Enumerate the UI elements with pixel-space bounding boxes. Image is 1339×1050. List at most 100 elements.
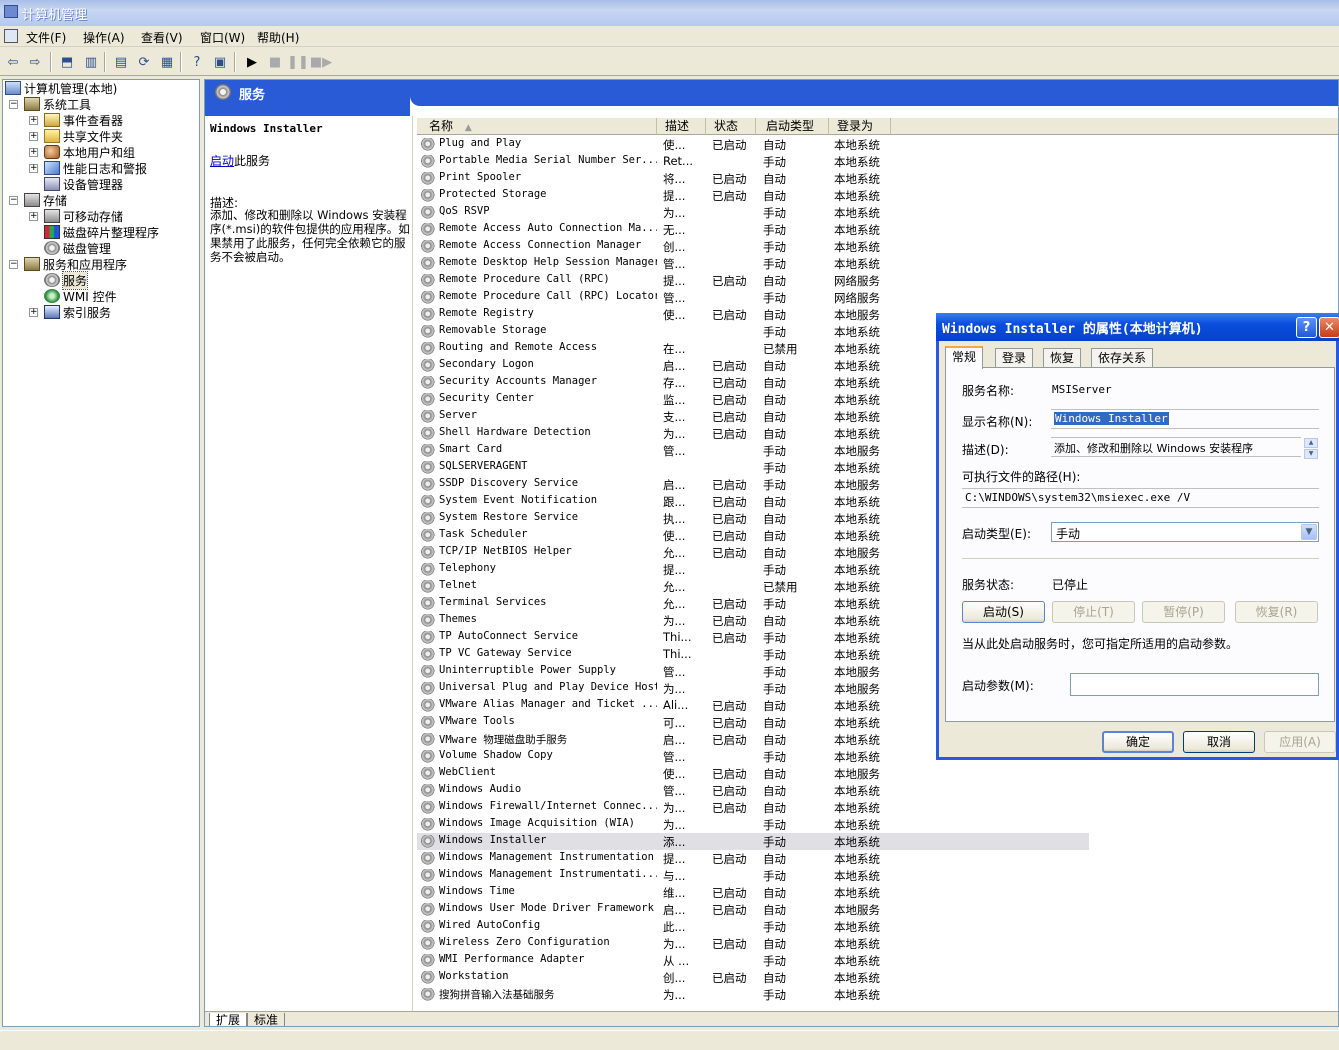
forward-icon[interactable]: ⇨ xyxy=(25,52,45,72)
table-row[interactable]: Print Spooler 将... 已启动 自动 本地系统 xyxy=(417,170,1089,187)
startup-type-select[interactable]: 手动 ▼ xyxy=(1051,522,1319,542)
column-header-status[interactable]: 状态 xyxy=(706,118,756,135)
table-row[interactable]: Wireless Zero Configuration 为... 已启动 自动 本地系统 xyxy=(417,935,1089,952)
table-row[interactable]: Plug and Play 使... 已启动 自动 本地系统 xyxy=(417,136,1089,153)
window-title-bar[interactable]: 计算机管理 xyxy=(0,0,1339,26)
start-params-input[interactable] xyxy=(1070,673,1319,696)
expand-toggle[interactable]: + xyxy=(29,132,38,141)
show-hide-tree-icon[interactable]: ▥ xyxy=(81,52,101,72)
menu-help[interactable]: 帮助(H) xyxy=(257,29,299,46)
table-row[interactable]: Remote Access Connection Manager 创... 手动 本地… xyxy=(417,238,1089,255)
export-list-icon[interactable]: ▦ xyxy=(157,52,177,72)
service-description-cell: 跟... xyxy=(663,495,686,509)
tree-item-services[interactable]: 服务 xyxy=(44,270,89,290)
column-header-logon-as[interactable]: 登录为 xyxy=(829,118,891,135)
scroll-up-icon[interactable]: ▲ xyxy=(1304,438,1318,448)
table-row[interactable]: Remote Procedure Call (RPC) Locator 管... 手… xyxy=(417,289,1089,306)
tree-item-device-manager[interactable]: 设备管理器 xyxy=(44,176,123,192)
collapse-toggle[interactable]: − xyxy=(9,196,18,205)
start-service-link[interactable]: 启动 xyxy=(210,154,234,168)
tab-recovery[interactable]: 恢复 xyxy=(1043,348,1082,368)
pause-service-icon[interactable]: ❚❚ xyxy=(287,52,309,72)
table-row[interactable]: Windows User Mode Driver Framework 启... 已启… xyxy=(417,901,1089,918)
tree-item-system-tools[interactable]: 系统工具 xyxy=(24,96,91,112)
tab-dependencies[interactable]: 依存关系 xyxy=(1091,348,1154,368)
table-row[interactable]: WMI Performance Adapter 从 ... 手动 本地系统 xyxy=(417,952,1089,969)
tab-general[interactable]: 常规 xyxy=(945,346,984,369)
cancel-button[interactable]: 取消 xyxy=(1183,731,1255,753)
tab-standard[interactable]: 标准 xyxy=(247,1013,286,1026)
tree-item-performance-logs[interactable]: 性能日志和警报 xyxy=(44,160,147,176)
expand-toggle[interactable]: + xyxy=(29,116,38,125)
help-icon[interactable]: ? xyxy=(187,52,207,72)
help-button[interactable]: ? xyxy=(1296,317,1317,338)
tab-logon[interactable]: 登录 xyxy=(995,348,1034,368)
stop-button[interactable]: 停止(T) xyxy=(1052,601,1135,623)
table-row[interactable]: Windows Firewall/Internet Connec... 为... 已… xyxy=(417,799,1089,816)
table-row[interactable]: WebClient 使... 已启动 自动 本地服务 xyxy=(417,765,1089,782)
tree-item-shared-folders[interactable]: 共享文件夹 xyxy=(44,128,123,144)
menu-window[interactable]: 窗口(W) xyxy=(200,29,245,46)
tree-item-removable-storage[interactable]: 可移动存储 xyxy=(44,208,123,224)
tab-extended[interactable]: 扩展 xyxy=(209,1013,248,1026)
tree-root[interactable]: 计算机管理(本地) xyxy=(5,80,117,96)
table-row[interactable]: Windows Time 维... 已启动 自动 本地系统 xyxy=(417,884,1089,901)
start-service-icon[interactable]: ▶ xyxy=(242,52,262,72)
service-description-cell: 管... xyxy=(663,784,686,798)
tree-item-local-users[interactable]: 本地用户和组 xyxy=(44,144,135,160)
apply-button[interactable]: 应用(A) xyxy=(1264,731,1336,753)
table-row[interactable]: Remote Access Auto Connection Ma... 无... 手… xyxy=(417,221,1089,238)
table-row[interactable]: Wired AutoConfig 此... 手动 本地系统 xyxy=(417,918,1089,935)
table-row[interactable]: Workstation 创... 已启动 自动 本地系统 xyxy=(417,969,1089,986)
resume-button[interactable]: 恢复(R) xyxy=(1235,601,1318,623)
column-header-name[interactable]: 名称 ▲ xyxy=(417,118,657,135)
display-name-field[interactable]: Windows Installer xyxy=(1051,409,1319,429)
back-icon[interactable]: ⇦ xyxy=(3,52,23,72)
table-row[interactable]: 搜狗拼音输入法基础服务 为... 手动 本地系统 xyxy=(417,986,1089,1003)
restart-service-icon[interactable]: ■▶ xyxy=(310,52,332,72)
dialog-title-bar[interactable]: Windows Installer 的属性(本地计算机) ? ✕ xyxy=(936,313,1339,341)
menu-view[interactable]: 查看(V) xyxy=(141,29,183,46)
table-row[interactable]: Portable Media Serial Number Ser... Ret..… xyxy=(417,153,1089,170)
tree-item-wmi[interactable]: WMI 控件 xyxy=(44,288,117,304)
expand-toggle[interactable]: + xyxy=(29,308,38,317)
tree-item-event-viewer[interactable]: 事件查看器 xyxy=(44,112,123,128)
menu-file[interactable]: 文件(F) xyxy=(26,29,66,46)
pause-button[interactable]: 暂停(P) xyxy=(1142,601,1225,623)
table-row[interactable]: Windows Image Acquisition (WIA) 为... 手动 本地系… xyxy=(417,816,1089,833)
exe-path-field[interactable]: C:\WINDOWS\system32\msiexec.exe /V xyxy=(962,488,1319,508)
up-folder-icon[interactable]: ⬒ xyxy=(57,52,77,72)
collapse-toggle[interactable]: − xyxy=(9,100,18,109)
ok-button[interactable]: 确定 xyxy=(1102,731,1174,753)
refresh-icon[interactable]: ⟳ xyxy=(134,52,154,72)
collapse-toggle[interactable]: − xyxy=(9,260,18,269)
expand-toggle[interactable]: + xyxy=(29,212,38,221)
tree-item-disk-management[interactable]: 磁盘管理 xyxy=(44,240,111,256)
close-button[interactable]: ✕ xyxy=(1319,317,1339,338)
expand-toggle[interactable]: + xyxy=(29,148,38,157)
table-row[interactable]: Remote Desktop Help Session Manager 管... 手… xyxy=(417,255,1089,272)
table-row[interactable]: Windows Management Instrumentation 提... 已启… xyxy=(417,850,1089,867)
column-header-description[interactable]: 描述 xyxy=(657,118,706,135)
table-row[interactable]: QoS RSVP 为... 手动 本地系统 xyxy=(417,204,1089,221)
column-header-startup-type[interactable]: 启动类型 xyxy=(756,118,829,135)
table-row[interactable]: Protected Storage 提... 已启动 自动 本地系统 xyxy=(417,187,1089,204)
menu-action[interactable]: 操作(A) xyxy=(83,29,125,46)
scroll-down-icon[interactable]: ▼ xyxy=(1304,449,1318,459)
expand-toggle[interactable]: + xyxy=(29,164,38,173)
stop-service-icon[interactable]: ■ xyxy=(265,52,285,72)
table-row[interactable]: Windows Audio 管... 已启动 自动 本地系统 xyxy=(417,782,1089,799)
properties-icon[interactable]: ▤ xyxy=(111,52,131,72)
description-field[interactable]: 添加、修改和删除以 Windows 安装程序 xyxy=(1051,437,1301,457)
table-row[interactable]: Windows Installer 添... 手动 本地系统 xyxy=(417,833,1089,850)
start-button[interactable]: 启动(S) xyxy=(962,601,1045,623)
tree-item-storage[interactable]: 存储 xyxy=(24,192,67,208)
tree-item-indexing[interactable]: 索引服务 xyxy=(44,304,111,320)
system-menu-icon[interactable] xyxy=(4,29,18,43)
tree-item-defrag[interactable]: 磁盘碎片整理程序 xyxy=(44,224,159,240)
show-tree-icon[interactable]: ▣ xyxy=(210,52,230,72)
tree-item-services-apps[interactable]: 服务和应用程序 xyxy=(24,256,127,272)
table-row[interactable]: Windows Management Instrumentati... 与... 手… xyxy=(417,867,1089,884)
chevron-down-icon[interactable]: ▼ xyxy=(1301,524,1317,540)
table-row[interactable]: Remote Procedure Call (RPC) 提... 已启动 自动 网络服务 xyxy=(417,272,1089,289)
